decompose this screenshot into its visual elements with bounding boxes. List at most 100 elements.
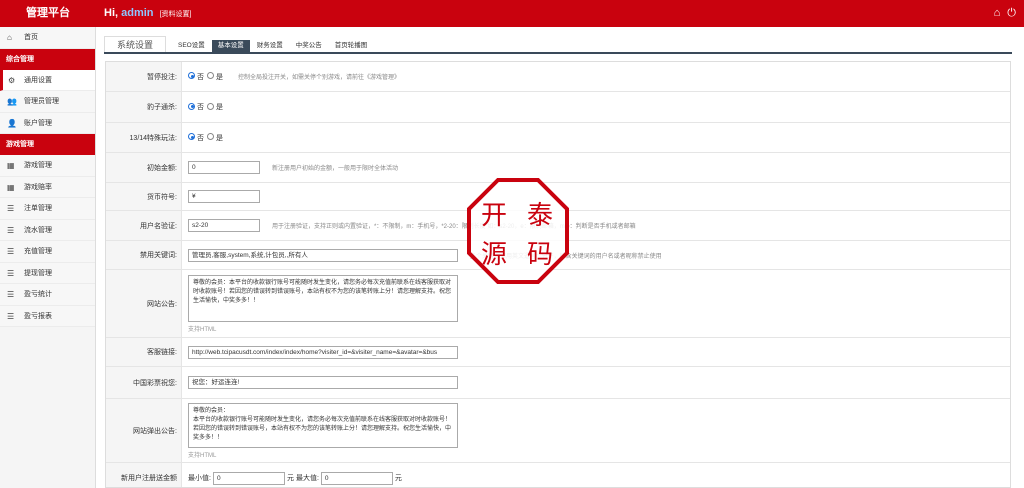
field-hint: 新注册用户初始的金额，一般用于限时全体活动 <box>272 166 399 172</box>
top-bar: 管理平台 Hi, admin [资料设置] ⌂ ⏻ <box>0 0 1024 27</box>
sidebar-item-withdraw[interactable]: ☰ 提现管理 <box>0 262 95 284</box>
list-icon: ☰ <box>7 204 15 213</box>
bonus-min-input[interactable]: 0 <box>212 471 285 485</box>
tab-finance[interactable]: 财务设置 <box>251 40 289 52</box>
option-label: 是 <box>216 104 223 111</box>
users-icon: 👥 <box>7 97 17 106</box>
home-icon[interactable]: ⌂ <box>994 8 1001 19</box>
sidebar: ⌂ 首页 综合管理 ⚙ 通用设置 👥 管理员管理 👤 账户管理 游戏管理 ▦ 游戏管理 ▦… <box>0 27 96 488</box>
notice-textarea[interactable]: 尊敬的会员：本平台的收款银行账号可能随时发生变化，请您务必每次充值前联系在线客服… <box>188 274 458 322</box>
sidebar-item-home[interactable]: ⌂ 首页 <box>0 27 95 49</box>
sidebar-item-accounts[interactable]: 👤 账户管理 <box>0 112 95 134</box>
field-label: 货币符号: <box>106 183 182 210</box>
gear-icon: ⚙ <box>8 75 16 85</box>
pause-yes-radio[interactable] <box>207 72 214 79</box>
bonus-max-input[interactable]: 0 <box>320 471 393 485</box>
sidebar-item-games[interactable]: ▦ 游戏管理 <box>0 155 95 177</box>
field-label: 豹子通杀: <box>106 92 182 122</box>
form-row-pause: 暂停投注: 否 是 控制全局投注开关，如需关停个别游戏，请前往《游戏管理》 <box>106 62 1010 92</box>
stamp-char: 码 <box>527 240 553 270</box>
currency-input[interactable]: ¥ <box>188 190 260 203</box>
option-label: 否 <box>197 134 204 142</box>
html-support-note: 支持HTML <box>188 326 217 333</box>
greeting: Hi, admin [资料设置] <box>104 0 191 28</box>
sidebar-section-general[interactable]: 综合管理 <box>0 48 95 70</box>
wish-input[interactable]: 祝您：好运连连! <box>188 376 458 389</box>
sidebar-item-label: 首页 <box>24 34 38 41</box>
form-row-popup: 网站弹出公告: 尊敬的会员： 本平台的收款银行账号可能随时发生变化，请您务必每次… <box>106 399 1010 463</box>
field-label: 暂停投注: <box>106 62 182 91</box>
sidebar-item-odds[interactable]: ▦ 游戏赔率 <box>0 176 95 198</box>
leopard-no-radio[interactable] <box>188 102 195 110</box>
sidebar-item-label: 提现管理 <box>24 269 52 277</box>
field-label: 中国彩票祝您: <box>106 367 182 398</box>
watermark-stamp: 开 泰 源 码 <box>467 178 569 284</box>
min-label: 最小值: <box>188 475 211 482</box>
field-hint: 控制全局投注开关，如需关停个别游戏，请前往《游戏管理》 <box>238 75 401 81</box>
field-label: 网站公告: <box>106 270 182 337</box>
sidebar-item-label: 充值管理 <box>24 248 52 255</box>
user-icon: 👤 <box>7 118 17 128</box>
form-row-service: 客服链接: http://web.tcipacusdt.com/index/in… <box>106 338 1010 367</box>
list-icon: ☰ <box>7 247 15 256</box>
html-support-note: 支持HTML <box>188 452 217 459</box>
tab-basic[interactable]: 基本设置 <box>211 40 250 52</box>
list-icon: ☰ <box>7 268 15 278</box>
form-row-special: 13/14特殊玩法: 否 是 <box>106 123 1010 153</box>
option-label: 是 <box>216 134 223 142</box>
popup-notice-textarea[interactable]: 尊敬的会员： 本平台的收款银行账号可能随时发生变化，请您务必每次充值前联系在线客… <box>188 402 458 448</box>
sidebar-item-label: 注单管理 <box>24 205 52 212</box>
sidebar-item-label: 盈亏统计 <box>24 291 52 298</box>
form-row-wish: 中国彩票祝您: 祝您：好运连连! <box>106 367 1010 399</box>
username-verify-input[interactable]: s2-20 <box>188 219 260 232</box>
option-label: 是 <box>216 73 223 81</box>
sidebar-item-bets[interactable]: ☰ 注单管理 <box>0 198 95 220</box>
tab-system-settings[interactable]: 系统设置 <box>104 36 167 52</box>
sidebar-item-flow[interactable]: ☰ 流水管理 <box>0 219 95 241</box>
field-label: 用户名验证: <box>106 211 182 240</box>
sidebar-item-label: 盈亏报表 <box>24 312 52 320</box>
service-link-input[interactable]: http://web.tcipacusdt.com/index/index/ho… <box>188 345 458 359</box>
form-row-leopard: 豹子通杀: 否 是 <box>106 92 1010 123</box>
greeting-hi: Hi, <box>104 7 119 19</box>
tab-seo[interactable]: SEO设置 <box>172 40 211 52</box>
list-icon: ☰ <box>7 311 15 321</box>
top-icons: ⌂ ⏻ <box>994 8 1016 19</box>
grid-icon: ▦ <box>7 182 15 192</box>
sidebar-item-general-settings[interactable]: ⚙ 通用设置 <box>0 69 95 91</box>
unit-label: 元 <box>286 475 294 482</box>
sidebar-item-profit-report[interactable]: ☰ 盈亏报表 <box>0 305 95 327</box>
special-yes-radio[interactable] <box>207 133 214 140</box>
settings-tabs: 系统设置 SEO设置 基本设置 财务设置 中奖公告 首页轮播图 <box>104 36 1012 54</box>
sidebar-item-recharge[interactable]: ☰ 充值管理 <box>0 241 95 263</box>
option-label: 否 <box>197 73 204 81</box>
stamp-char: 开 <box>481 201 507 231</box>
init-amount-input[interactable]: 0 <box>188 161 260 174</box>
stamp-char: 泰 <box>527 201 553 231</box>
grid-icon: ▦ <box>7 161 15 170</box>
field-label: 13/14特殊玩法: <box>106 123 182 152</box>
list-icon: ☰ <box>7 290 15 299</box>
field-label: 初始金额: <box>106 153 182 182</box>
sidebar-item-label: 游戏赔率 <box>24 183 52 191</box>
house-icon: ⌂ <box>7 33 12 42</box>
field-label: 客服链接: <box>106 338 182 366</box>
field-hint: 用于注册验证，支持正则或内置验证，*：不限制，m：手机号，*2-20：限制长度 … <box>272 224 636 230</box>
sidebar-item-admins[interactable]: 👥 管理员管理 <box>0 91 95 113</box>
profile-settings-link[interactable]: [资料设置] <box>160 11 192 18</box>
max-label: 最大值: <box>295 475 319 482</box>
special-no-radio[interactable] <box>188 133 195 140</box>
username: admin <box>121 7 154 19</box>
leopard-yes-radio[interactable] <box>207 102 214 110</box>
power-icon[interactable]: ⏻ <box>1007 8 1016 19</box>
pause-no-radio[interactable] <box>188 72 195 79</box>
tab-winning-notice[interactable]: 中奖公告 <box>290 40 328 52</box>
banned-keywords-input[interactable]: 管理员,客服,system,系统,计包员,,所有人 <box>188 248 458 262</box>
option-label: 否 <box>197 104 204 111</box>
tab-carousel[interactable]: 首页轮播图 <box>329 40 374 52</box>
sidebar-section-games[interactable]: 游戏管理 <box>0 134 95 155</box>
sidebar-item-label: 管理员管理 <box>24 98 59 105</box>
brand-title: 管理平台 <box>26 7 70 19</box>
list-icon: ☰ <box>7 225 15 235</box>
sidebar-item-profit-stats[interactable]: ☰ 盈亏统计 <box>0 284 95 306</box>
